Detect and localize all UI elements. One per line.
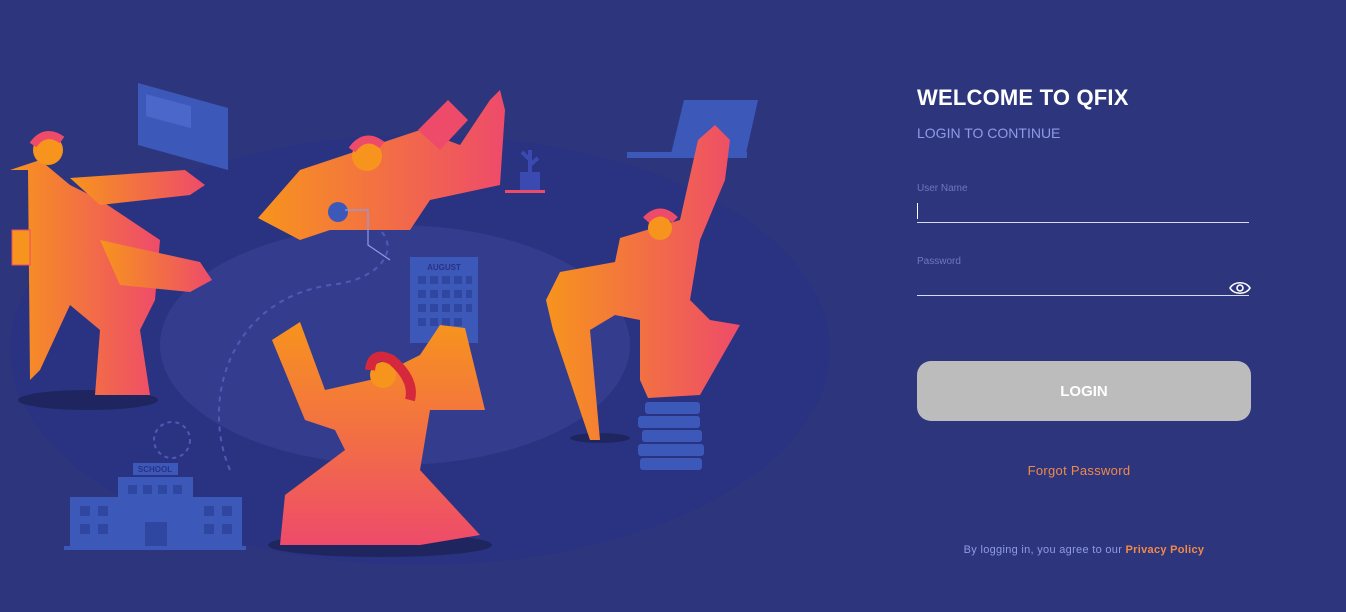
login-subtitle: LOGIN TO CONTINUE [917,125,1061,141]
monitor-illustration [138,83,228,170]
login-button[interactable]: LOGIN [917,361,1251,421]
username-label: User Name [917,183,968,194]
terms-notice: By logging in, you agree to our Privacy … [917,544,1251,556]
eye-icon[interactable] [1229,280,1251,296]
password-label: Password [917,256,961,267]
login-page: AUGUST SCHOOL WELCOME TO QFIX LOGIN TO C… [0,0,1346,612]
hero-illustration: AUGUST SCHOOL [10,83,830,565]
terms-text: By logging in, you agree to our [963,544,1123,556]
text-cursor [917,203,918,219]
password-input[interactable] [917,271,1249,296]
privacy-policy-link[interactable]: Privacy Policy [1126,544,1205,556]
books-illustration [638,402,704,470]
laptop-illustration [627,100,758,158]
password-field-group: Password [917,256,1251,296]
shadow [570,433,630,443]
forgot-password-link[interactable]: Forgot Password [917,463,1241,478]
login-panel: WELCOME TO QFIX LOGIN TO CONTINUE User N… [917,0,1251,612]
username-field-group: User Name [917,183,1251,223]
school-sign-label: SCHOOL [138,465,172,474]
calendar-month-label: AUGUST [427,263,461,272]
welcome-title: WELCOME TO QFIX [917,85,1129,110]
username-input[interactable] [917,198,1249,223]
